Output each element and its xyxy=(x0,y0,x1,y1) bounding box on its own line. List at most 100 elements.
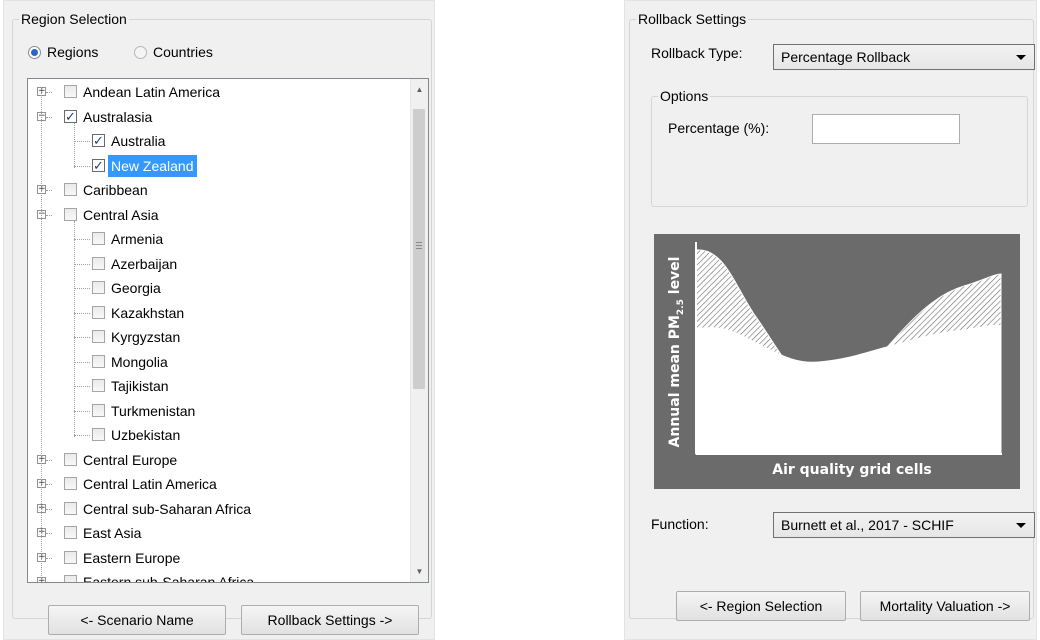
rollback-illustration: Air quality grid cells Annual mean PM2.5… xyxy=(654,234,1020,489)
tree-connector xyxy=(74,312,90,314)
tree-checkbox[interactable] xyxy=(92,403,105,417)
percentage-label: Percentage (%): xyxy=(668,120,770,136)
tree-connector xyxy=(74,288,90,289)
tree-connector xyxy=(46,190,52,191)
tree-connector xyxy=(46,557,52,559)
tree-item-label[interactable]: Central sub-Saharan Africa xyxy=(80,498,254,520)
tree-checkbox[interactable] xyxy=(92,131,105,153)
tree-connector xyxy=(74,220,75,437)
tree-scrollbar[interactable]: ▲ ▼ xyxy=(410,79,428,582)
tree-item-label[interactable]: Eastern Europe xyxy=(80,547,183,569)
tree-checkbox[interactable] xyxy=(64,501,77,515)
region-selection-back-button[interactable]: <- Region Selection xyxy=(676,591,846,621)
tree-checkbox[interactable] xyxy=(64,85,77,98)
tree-item-label[interactable]: Central Europe xyxy=(80,449,180,471)
regions-radio-option[interactable]: Regions xyxy=(28,44,98,60)
percentage-input[interactable] xyxy=(812,114,960,144)
tree-connector xyxy=(74,337,90,338)
tree-connector xyxy=(74,435,90,436)
tree-checkbox[interactable] xyxy=(92,354,105,368)
tree-item-label[interactable]: Australasia xyxy=(80,106,155,128)
thumb-grip-line xyxy=(416,242,422,243)
countries-radio-label: Countries xyxy=(153,44,213,60)
tree-connector xyxy=(74,141,90,142)
tree-connector xyxy=(46,484,52,485)
countries-radio-option[interactable]: Countries xyxy=(134,44,213,60)
regions-radio[interactable] xyxy=(28,45,41,59)
mortality-valuation-next-button[interactable]: Mortality Valuation -> xyxy=(860,591,1030,621)
tree-connector xyxy=(74,239,90,240)
thumb-grip-line xyxy=(416,245,422,246)
tree-item-label[interactable]: Armenia xyxy=(108,228,166,250)
tree-item-label[interactable]: Georgia xyxy=(108,277,164,299)
tree-checkbox[interactable] xyxy=(92,281,105,294)
tree-connector xyxy=(74,263,90,265)
tree-checkbox[interactable] xyxy=(64,183,77,196)
tree-connector xyxy=(74,165,90,167)
tree-item-label[interactable]: Mongolia xyxy=(108,351,171,373)
y-axis-label-subscript: 2.5 xyxy=(676,299,686,315)
tree-checkbox[interactable] xyxy=(92,428,105,441)
tree-connector xyxy=(74,361,90,363)
tree-checkbox[interactable] xyxy=(64,477,77,490)
tree-checkbox[interactable] xyxy=(92,156,105,178)
tree-connector xyxy=(41,87,42,582)
tree-item-label[interactable]: Eastern sub-Saharan Africa xyxy=(80,571,257,582)
region-tree[interactable]: +Andean Latin America−AustralasiaAustral… xyxy=(27,78,429,583)
rollback-illustration-svg: Air quality grid cells Annual mean PM2.5… xyxy=(667,242,1002,478)
tree-checkbox[interactable] xyxy=(64,107,77,129)
thumb-grip-line xyxy=(416,248,422,249)
chevron-down-icon xyxy=(1016,55,1026,60)
tree-connector xyxy=(74,386,90,387)
tree-item-label[interactable]: East Asia xyxy=(80,522,144,544)
scroll-up-arrow-icon[interactable]: ▲ xyxy=(411,81,428,98)
tree-item-label[interactable]: Andean Latin America xyxy=(80,81,223,103)
tree-checkbox[interactable] xyxy=(64,526,77,539)
scenario-name-back-button[interactable]: <- Scenario Name xyxy=(48,605,226,635)
tree-checkbox[interactable] xyxy=(64,575,77,582)
tree-item-label[interactable]: Caribbean xyxy=(80,179,151,201)
tree-item-label[interactable]: Australia xyxy=(108,130,168,152)
tree-item-label[interactable]: Kazakhstan xyxy=(108,302,187,324)
region-selection-title: Region Selection xyxy=(19,11,129,27)
tree-checkbox[interactable] xyxy=(64,550,77,564)
tree-item-label[interactable]: New Zealand xyxy=(108,154,197,177)
tree-item-label[interactable]: Central Asia xyxy=(80,204,161,226)
tree-item-label[interactable]: Azerbaijan xyxy=(108,253,180,275)
function-label: Function: xyxy=(651,516,709,532)
x-axis-label: Air quality grid cells xyxy=(772,462,931,478)
regions-radio-label: Regions xyxy=(47,44,99,60)
tree-connector xyxy=(46,116,52,118)
tree-connector xyxy=(46,533,52,534)
tree-item-label[interactable]: Turkmenistan xyxy=(108,400,198,422)
tree-checkbox[interactable] xyxy=(92,256,105,270)
rollback-type-label: Rollback Type: xyxy=(651,45,743,61)
countries-radio[interactable] xyxy=(134,45,147,59)
rollback-type-dropdown[interactable]: Percentage Rollback xyxy=(773,44,1035,70)
scroll-thumb[interactable] xyxy=(413,109,425,389)
tree-connector xyxy=(74,410,90,412)
tree-connector xyxy=(46,92,52,93)
function-dropdown[interactable]: Burnett et al., 2017 - SCHIF xyxy=(773,512,1035,538)
tree-item-label[interactable]: Central Latin America xyxy=(80,473,220,495)
tree-item-label[interactable]: Uzbekistan xyxy=(108,424,183,446)
tree-item-label[interactable]: Kyrgyzstan xyxy=(108,326,183,348)
rollback-settings-next-button[interactable]: Rollback Settings -> xyxy=(241,605,419,635)
tree-checkbox[interactable] xyxy=(92,379,105,392)
tree-connector xyxy=(46,582,52,583)
chevron-down-icon xyxy=(1016,523,1026,528)
tree-item-label[interactable]: Tajikistan xyxy=(108,375,172,397)
rollback-type-value: Percentage Rollback xyxy=(781,49,911,65)
tree-checkbox[interactable] xyxy=(92,330,105,343)
tree-checkbox[interactable] xyxy=(92,232,105,245)
options-title: Options xyxy=(658,88,711,104)
tree-checkbox[interactable] xyxy=(64,452,77,466)
tree-connector xyxy=(74,122,75,168)
scroll-down-arrow-icon[interactable]: ▼ xyxy=(411,563,428,580)
tree-connector xyxy=(46,508,52,510)
y-axis-label-suffix: level xyxy=(667,257,683,300)
y-axis-label: Annual mean PM2.5 level xyxy=(667,257,686,448)
tree-checkbox[interactable] xyxy=(92,305,105,319)
function-value: Burnett et al., 2017 - SCHIF xyxy=(781,517,954,533)
tree-checkbox[interactable] xyxy=(64,207,77,221)
